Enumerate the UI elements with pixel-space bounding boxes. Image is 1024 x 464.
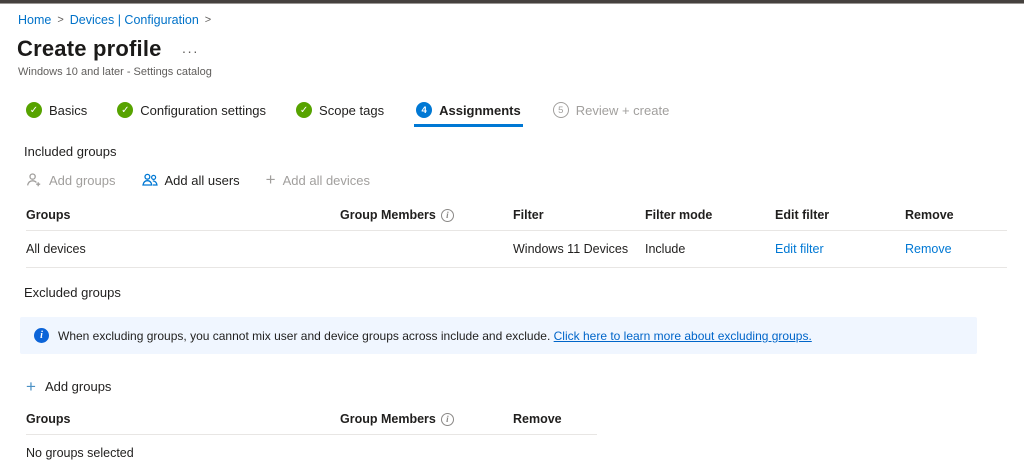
add-all-devices-button: + Add all devices — [266, 173, 370, 188]
column-header-groups: Groups — [26, 404, 340, 434]
column-header-remove: Remove — [513, 404, 597, 434]
tab-configuration-settings[interactable]: ✓ Configuration settings — [117, 102, 266, 127]
banner-message: When excluding groups, you cannot mix us… — [58, 329, 550, 343]
included-groups-heading: Included groups — [24, 144, 1024, 159]
table-header-row: Groups Group Members i Remove — [26, 404, 597, 435]
chevron-right-icon: > — [57, 14, 63, 26]
column-header-groups: Groups — [26, 200, 340, 230]
column-header-label: Group Members — [340, 208, 436, 222]
person-add-icon — [26, 172, 42, 188]
excluding-groups-learn-more-link[interactable]: Click here to learn more about excluding… — [554, 329, 812, 343]
included-groups-table: Groups Group Members i Filter Filter mod… — [26, 200, 1024, 268]
empty-state-text: No groups selected — [26, 435, 340, 464]
excluded-groups-table: Groups Group Members i Remove No groups … — [26, 404, 1024, 464]
column-header-group-members: Group Members i — [340, 200, 513, 230]
tab-basics[interactable]: ✓ Basics — [26, 102, 87, 127]
tab-label: Review + create — [576, 103, 670, 118]
info-icon[interactable]: i — [441, 413, 454, 426]
edit-filter-link[interactable]: Edit filter — [775, 231, 905, 267]
filter-cell: Windows 11 Devices — [513, 231, 645, 267]
add-all-users-label: Add all users — [165, 173, 240, 188]
add-groups-button: Add groups — [26, 172, 116, 188]
excluded-groups-heading: Excluded groups — [24, 285, 1024, 300]
info-icon[interactable]: i — [441, 209, 454, 222]
column-header-group-members: Group Members i — [340, 404, 513, 434]
table-empty-row: No groups selected — [26, 435, 597, 464]
people-icon — [142, 172, 158, 188]
tab-label: Scope tags — [319, 103, 384, 118]
tab-label: Basics — [49, 103, 87, 118]
add-all-users-button[interactable]: Add all users — [142, 172, 240, 188]
remove-cell — [513, 442, 597, 464]
check-circle-icon: ✓ — [26, 102, 42, 118]
breadcrumb-home-link[interactable]: Home — [18, 13, 51, 27]
excluded-add-groups-label: Add groups — [45, 379, 112, 394]
tab-scope-tags[interactable]: ✓ Scope tags — [296, 102, 384, 127]
plus-icon: + — [26, 380, 36, 394]
check-circle-icon: ✓ — [117, 102, 133, 118]
group-members-cell — [340, 238, 513, 260]
included-groups-toolbar: Add groups Add all users + Add all devic… — [26, 172, 1024, 188]
plus-icon: + — [266, 173, 276, 187]
group-name-cell: All devices — [26, 231, 340, 267]
breadcrumb-devices-configuration-link[interactable]: Devices | Configuration — [70, 13, 199, 27]
table-row: All devices Windows 11 Devices Include E… — [26, 231, 1007, 268]
add-all-devices-label: Add all devices — [283, 173, 370, 188]
excluded-add-groups-button[interactable]: + Add groups — [26, 379, 1024, 394]
tab-label: Configuration settings — [140, 103, 266, 118]
info-banner: i When excluding groups, you cannot mix … — [20, 317, 977, 354]
group-members-cell — [340, 442, 513, 464]
tab-label: Assignments — [439, 103, 521, 118]
filter-mode-cell: Include — [645, 231, 775, 267]
chevron-right-icon: > — [205, 14, 211, 26]
step-number-icon: 5 — [553, 102, 569, 118]
tab-review-create[interactable]: 5 Review + create — [553, 102, 670, 127]
remove-link[interactable]: Remove — [905, 231, 1007, 267]
check-circle-icon: ✓ — [296, 102, 312, 118]
page-title: Create profile — [17, 36, 162, 62]
table-header-row: Groups Group Members i Filter Filter mod… — [26, 200, 1007, 231]
info-filled-icon: i — [34, 328, 49, 343]
page-subtitle: Windows 10 and later - Settings catalog — [18, 66, 1024, 78]
wizard-steps: ✓ Basics ✓ Configuration settings ✓ Scop… — [26, 102, 1024, 127]
column-header-filter-mode: Filter mode — [645, 200, 775, 230]
breadcrumb: Home > Devices | Configuration > — [18, 13, 1024, 27]
more-actions-icon[interactable]: ··· — [182, 43, 199, 62]
tab-assignments[interactable]: 4 Assignments — [414, 102, 523, 127]
column-header-filter: Filter — [513, 200, 645, 230]
add-groups-label: Add groups — [49, 173, 116, 188]
window-top-bar — [0, 0, 1024, 4]
banner-text: When excluding groups, you cannot mix us… — [58, 329, 812, 343]
step-number-icon: 4 — [416, 102, 432, 118]
column-header-edit-filter: Edit filter — [775, 200, 905, 230]
column-header-label: Group Members — [340, 412, 436, 426]
column-header-remove: Remove — [905, 200, 1007, 230]
